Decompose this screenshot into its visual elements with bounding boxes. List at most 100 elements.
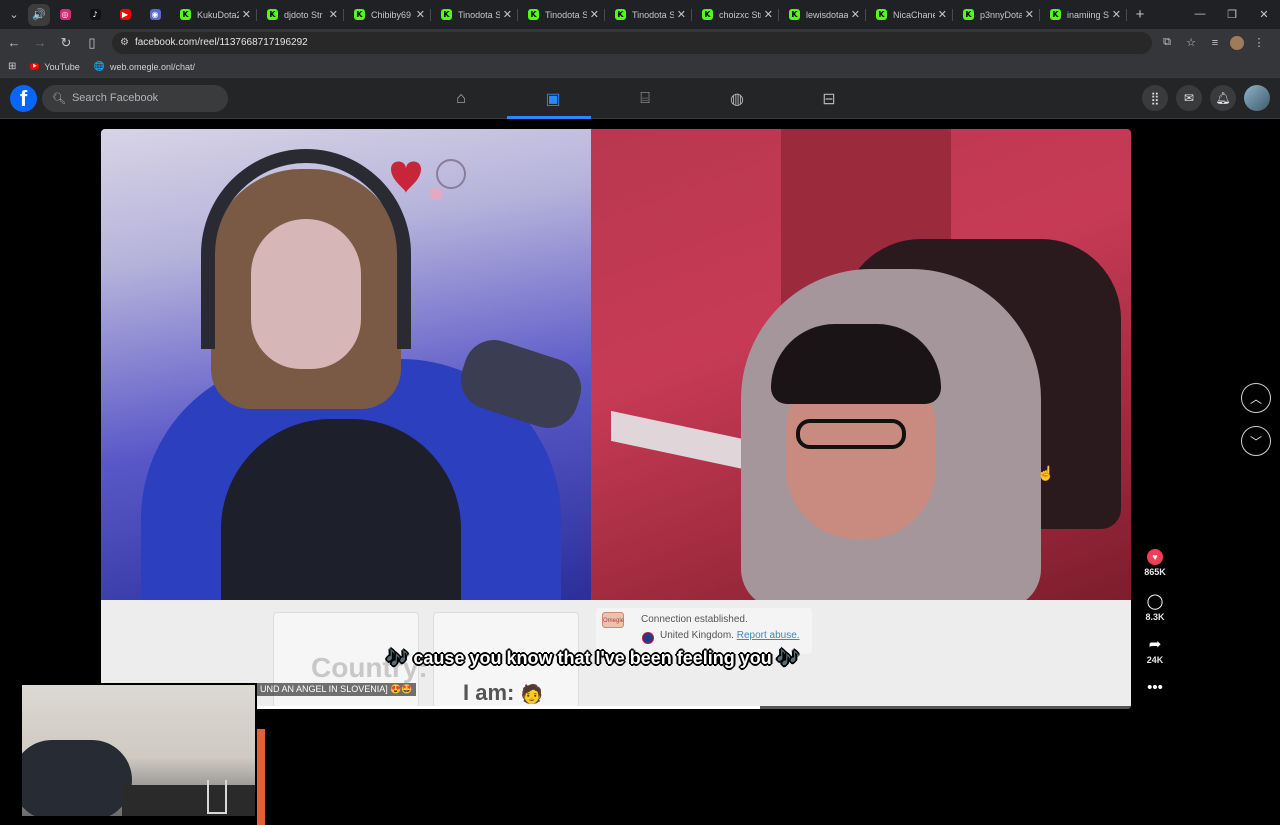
home-icon: ⌂ bbox=[456, 89, 466, 107]
search-icon: 🔍︎ bbox=[52, 92, 66, 105]
previous-reel-button[interactable]: ︿ bbox=[1241, 383, 1271, 413]
nav-marketplace[interactable]: ⌸ bbox=[599, 78, 691, 119]
more-options-button[interactable]: ••• bbox=[1138, 679, 1172, 697]
nav-groups[interactable]: ◍ bbox=[691, 78, 783, 119]
tab-title: choizxc Str bbox=[719, 9, 761, 20]
nav-video[interactable]: ▣ bbox=[507, 78, 599, 119]
close-tab-icon[interactable]: ✕ bbox=[677, 8, 686, 21]
report-abuse-link[interactable]: Report abuse. bbox=[737, 630, 800, 641]
browser-tab[interactable]: Kp3nnyDota ✕ bbox=[953, 1, 1040, 29]
close-tab-icon[interactable]: ✕ bbox=[416, 8, 425, 21]
audio-tab-icon[interactable]: 🔊 bbox=[28, 3, 50, 26]
close-tab-icon[interactable]: ✕ bbox=[242, 8, 251, 21]
close-tab-icon[interactable]: ✕ bbox=[851, 8, 860, 21]
back-icon[interactable]: ← bbox=[2, 35, 26, 50]
kick-icon: K bbox=[615, 9, 626, 20]
pinned-tab-tiktok[interactable]: ♪ bbox=[80, 1, 110, 29]
kick-icon: K bbox=[267, 9, 278, 20]
streamer-figure bbox=[22, 740, 132, 816]
close-window-button[interactable]: ✕ bbox=[1248, 8, 1280, 21]
uk-flag-icon bbox=[642, 632, 654, 644]
messenger-button[interactable]: ✉ bbox=[1176, 85, 1202, 111]
tab-title: KukuDota2 bbox=[197, 9, 239, 20]
forward-icon[interactable]: → bbox=[28, 35, 52, 50]
person-hair bbox=[771, 324, 941, 404]
menu-grid-button[interactable]: ⣿ bbox=[1142, 85, 1168, 111]
close-tab-icon[interactable]: ✕ bbox=[590, 8, 599, 21]
tab-search-icon[interactable]: ⌄ bbox=[3, 4, 25, 26]
browser-tab[interactable]: K Tinodota S ✕ bbox=[431, 1, 518, 29]
close-tab-icon[interactable]: ✕ bbox=[1112, 8, 1121, 21]
tab-title: Tinodota S bbox=[458, 9, 500, 20]
close-tab-icon[interactable]: ✕ bbox=[938, 8, 947, 21]
nav-home[interactable]: ⌂ bbox=[415, 78, 507, 119]
media-controls-icon[interactable]: ≡ bbox=[1206, 37, 1224, 49]
restore-button[interactable]: ❐ bbox=[1216, 8, 1248, 21]
reel-video[interactable]: Country: I am: 🧑 Omegle Connection estab… bbox=[101, 129, 1131, 709]
pinned-tab-instagram[interactable]: ◎ bbox=[50, 1, 80, 29]
facebook-nav: ⌂ ▣ ⌸ ◍ ⊟ bbox=[415, 78, 875, 119]
browser-tab[interactable]: Kdjdoto Str ✕ bbox=[257, 1, 344, 29]
browser-tab[interactable]: K Tinodota S ✕ bbox=[518, 1, 605, 29]
browser-menu-icon[interactable]: ⋮ bbox=[1250, 36, 1268, 49]
kick-icon: K bbox=[1050, 9, 1061, 20]
youtube-icon: ▶ bbox=[30, 63, 40, 70]
kick-icon: K bbox=[963, 9, 974, 20]
drinking-glass bbox=[207, 780, 227, 814]
hand-cursor-icon: ☝ bbox=[1037, 465, 1055, 481]
comment-button[interactable]: ◯ 8.3K bbox=[1138, 592, 1172, 622]
pinned-tab-chatgpt[interactable]: ◉ bbox=[140, 1, 170, 29]
close-tab-icon[interactable]: ✕ bbox=[764, 8, 773, 21]
browser-tab[interactable]: K NicaChane ✕ bbox=[866, 1, 953, 29]
facebook-header: f 🔍︎ Search Facebook ⌂ ▣ ⌸ ◍ ⊟ ⣿ ✉ 🔔︎ bbox=[0, 78, 1280, 119]
browser-tab[interactable]: Kinamiing S ✕ bbox=[1040, 1, 1127, 29]
browser-tab[interactable]: K Chibiby69 ✕ bbox=[344, 1, 431, 29]
bookmark-youtube[interactable]: ▶ YouTube bbox=[30, 61, 80, 72]
new-tab-button[interactable]: + bbox=[1127, 6, 1153, 23]
groups-icon: ◍ bbox=[730, 90, 744, 108]
share-button[interactable]: ➦ 24K bbox=[1138, 635, 1172, 665]
browser-tab[interactable]: Klewisdotaa ✕ bbox=[779, 1, 866, 29]
close-tab-icon[interactable]: ✕ bbox=[1025, 8, 1034, 21]
lyrics-caption: 🎶 cause you know that I've been feeling … bbox=[386, 648, 800, 668]
iam-text: I am: bbox=[463, 680, 515, 705]
bookmarks-bar: ⊞ ▶ YouTube 🌐 web.omegle.onl/chat/ bbox=[0, 56, 1280, 78]
site-info-icon[interactable]: ⚙ bbox=[120, 37, 129, 48]
headset bbox=[201, 149, 411, 349]
browser-tab[interactable]: K Tinodota S ✕ bbox=[605, 1, 692, 29]
pinned-tab-youtube[interactable]: ▶ bbox=[110, 1, 140, 29]
tab-title: inamiing S bbox=[1067, 9, 1109, 20]
reload-icon[interactable]: ↻ bbox=[54, 35, 78, 51]
table bbox=[122, 785, 255, 816]
next-reel-button[interactable]: ﹀ bbox=[1241, 426, 1271, 456]
apps-grid-icon[interactable]: ⊞ bbox=[8, 61, 16, 72]
account-avatar[interactable] bbox=[1244, 85, 1270, 111]
person-emoji: 🧑 bbox=[520, 684, 543, 704]
facebook-logo[interactable]: f bbox=[10, 84, 37, 112]
kick-icon: K bbox=[180, 9, 191, 20]
tab-title: Tinodota S bbox=[632, 9, 674, 20]
profile-avatar[interactable] bbox=[1230, 35, 1244, 50]
notifications-button[interactable]: 🔔︎ bbox=[1210, 85, 1236, 111]
comment-count: 8.3K bbox=[1145, 612, 1165, 622]
bookmark-star-icon[interactable]: ☆ bbox=[1182, 36, 1200, 49]
install-app-icon[interactable]: ⧉ bbox=[1158, 36, 1176, 49]
kick-icon: K bbox=[789, 9, 800, 20]
nav-gaming[interactable]: ⊟ bbox=[783, 78, 875, 119]
share-count: 24K bbox=[1146, 655, 1164, 665]
like-button[interactable]: ♥ 865K bbox=[1138, 549, 1172, 577]
sidepanel-icon[interactable]: ▯ bbox=[80, 35, 104, 51]
tab-title: Chibiby69 bbox=[371, 9, 412, 20]
browser-tab[interactable]: Kchoizxc Str ✕ bbox=[692, 1, 779, 29]
minimize-button[interactable]: — bbox=[1184, 8, 1216, 21]
close-tab-icon[interactable]: ✕ bbox=[329, 8, 338, 21]
browser-tab[interactable]: K KukuDota2 ✕ bbox=[170, 1, 257, 29]
kick-icon: K bbox=[528, 9, 539, 20]
bookmark-omegle[interactable]: 🌐 web.omegle.onl/chat/ bbox=[94, 61, 195, 72]
search-input[interactable]: 🔍︎ Search Facebook bbox=[42, 84, 228, 112]
close-tab-icon[interactable]: ✕ bbox=[503, 8, 512, 21]
url-text: facebook.com/reel/1137668717196292 bbox=[134, 37, 308, 48]
tab-title: p3nnyDota bbox=[980, 9, 1022, 20]
bookmark-label: YouTube bbox=[44, 61, 80, 72]
url-field[interactable]: ⚙ facebook.com/reel/1137668717196292 bbox=[112, 31, 1152, 54]
